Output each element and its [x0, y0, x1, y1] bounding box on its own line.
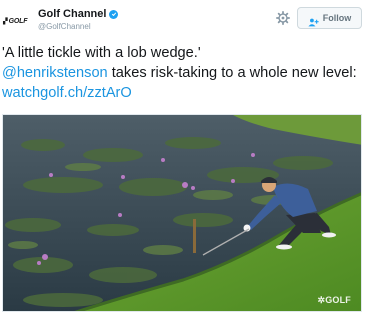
tweet-body: takes risk-taking to a whole new level:	[107, 65, 357, 81]
account-handle[interactable]: @GolfChannel	[38, 22, 118, 31]
follow-label: Follow	[322, 13, 352, 23]
account-avatar[interactable]: ▞ GOLF	[3, 12, 33, 30]
follow-button[interactable]: Follow	[297, 7, 362, 29]
tweet-url-link[interactable]: watchgolf.ch/zztArO	[2, 85, 132, 101]
account-name-block[interactable]: Golf Channel @GolfChannel	[38, 8, 119, 31]
watermark-text: GOLF	[325, 295, 351, 305]
video-thumbnail	[3, 115, 361, 311]
tweet-media[interactable]: ✲GOLF	[2, 114, 362, 312]
display-name[interactable]: Golf Channel	[38, 8, 106, 20]
gear-icon[interactable]	[276, 11, 290, 25]
peacock-logo-icon: ▞	[3, 18, 8, 25]
tweet-header: ▞ GOLF Golf Channel @GolfChannel Follow	[0, 0, 368, 38]
tweet-quote: 'A little tickle with a lob wedge.'	[2, 45, 201, 61]
avatar-text: GOLF	[8, 17, 28, 25]
tweet-text: 'A little tickle with a lob wedge.' @hen…	[2, 43, 366, 103]
nbc-golf-watermark: ✲GOLF	[317, 295, 351, 306]
mention-link[interactable]: @henrikstenson	[2, 65, 108, 81]
add-user-icon	[308, 14, 319, 26]
verified-badge-icon	[109, 9, 119, 19]
